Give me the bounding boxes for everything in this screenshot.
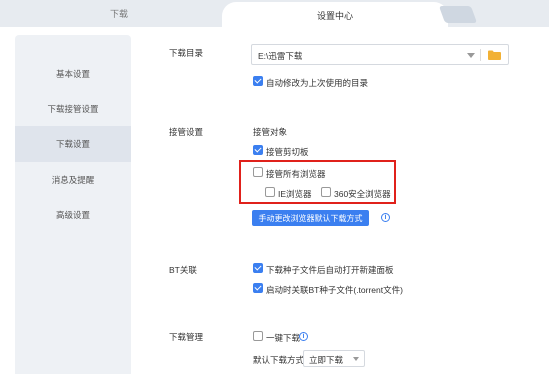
download-dir-label: 下载目录 [169,48,204,58]
default-method-label: 默认下载方式 [253,355,305,365]
browser-360-checkbox[interactable] [321,187,331,197]
bt-associate-label: 启动时关联BT种子文件(.torrent文件) [266,285,403,295]
auto-change-dir-checkbox[interactable] [253,76,263,86]
download-dir-field[interactable]: E:\迅雷下载 [251,44,509,65]
info-icon[interactable]: i [381,213,390,222]
chevron-down-icon[interactable] [467,53,475,58]
one-click-checkbox[interactable] [253,331,263,341]
ie-browser-checkbox[interactable] [265,187,275,197]
sidebar-item-takeover[interactable]: 下载接管设置 [15,91,131,127]
all-browsers-label: 接管所有浏览器 [266,169,326,179]
sidebar-item-download[interactable]: 下载设置 [15,126,131,162]
takeover-label: 接管设置 [169,127,204,137]
tab-download[interactable]: 下载 [0,0,238,27]
all-browsers-checkbox[interactable] [253,167,263,177]
bt-associate-checkbox[interactable] [253,283,263,293]
sidebar-item-basic[interactable]: 基本设置 [15,56,131,92]
bt-label: BT关联 [169,265,197,275]
one-click-label: 一键下载 [266,333,301,343]
new-tab-button[interactable] [438,6,478,23]
clipboard-checkbox[interactable] [253,145,263,155]
settings-sidebar: 基本设置 下载接管设置 下载设置 消息及提醒 高级设置 [15,35,131,374]
download-dir-value: E:\迅雷下载 [258,51,303,61]
clipboard-label: 接管剪切板 [266,147,309,157]
ie-browser-label: IE浏览器 [278,189,312,199]
default-method-value: 立即下载 [309,355,344,365]
tab-bar: 下载 设置中心 [0,0,549,28]
sidebar-item-advanced[interactable]: 高级设置 [15,197,131,233]
manual-change-browser-button[interactable]: 手动更改浏览器默认下载方式 [252,210,369,226]
tab-settings-center[interactable]: 设置中心 [222,2,448,28]
takeover-object-label: 接管对象 [253,127,288,137]
browser-360-label: 360安全浏览器 [334,189,391,199]
default-method-select[interactable]: 立即下载 [303,350,365,367]
bt-auto-open-label: 下载种子文件后自动打开新建面板 [266,265,394,275]
info-icon[interactable]: i [299,332,308,341]
manage-label: 下载管理 [169,332,204,342]
bt-auto-open-checkbox[interactable] [253,263,263,273]
divider [480,49,481,61]
auto-change-dir-label: 自动修改为上次使用的目录 [266,78,369,88]
folder-icon[interactable] [488,50,501,60]
chevron-down-icon [353,357,359,361]
sidebar-item-notifications[interactable]: 消息及提醒 [15,162,131,198]
